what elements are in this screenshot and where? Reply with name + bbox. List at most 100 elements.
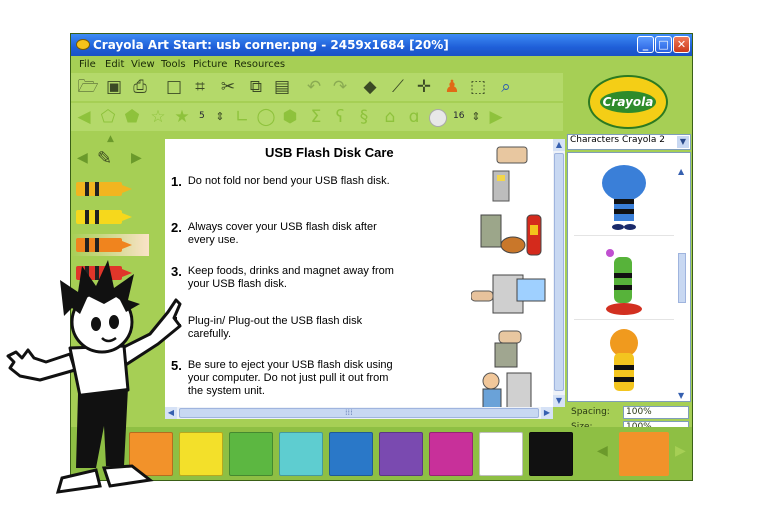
star-filled-icon[interactable]: ★ [171, 106, 193, 128]
character-blue-elephant[interactable] [574, 159, 674, 236]
menu-file[interactable]: File [79, 59, 96, 70]
crop-icon[interactable]: ⌗ [189, 76, 211, 98]
open-folder-icon[interactable]: 🗁 [77, 76, 99, 98]
character-list[interactable]: ▲ ▼ [567, 152, 691, 402]
list-scroll-down-icon[interactable]: ▼ [678, 391, 684, 400]
title-bar[interactable]: Crayola Art Start: usb corner.png - 2459… [71, 34, 692, 56]
document-heading: USB Flash Disk Care [265, 145, 394, 160]
paste-icon[interactable]: ▤ [271, 76, 293, 98]
swatch-blue[interactable] [329, 432, 373, 476]
tool-prev-icon[interactable]: ◀ [77, 150, 88, 166]
swatch-teal[interactable] [279, 432, 323, 476]
scroll-up-icon[interactable]: ▲ [553, 139, 565, 151]
shape-size-value: 16 [453, 111, 465, 121]
menu-edit[interactable]: Edit [105, 59, 124, 70]
line-shape-icon[interactable]: ∟ [231, 106, 253, 128]
menu-tools[interactable]: Tools [161, 59, 186, 70]
swatch-white[interactable] [479, 432, 523, 476]
spacing-label: Spacing: [571, 407, 610, 417]
canvas-horizontal-scrollbar[interactable]: ◀ ⁞⁞⁞ ▶ [165, 407, 553, 419]
green-frog-icon [606, 249, 642, 315]
crayon-yellow-orange[interactable] [71, 178, 149, 200]
crayola-logo-text: Crayola [600, 91, 656, 113]
stamp-category-dropdown[interactable]: Characters Crayola 2 ▼ [567, 134, 691, 150]
house-shape-icon[interactable]: ⌂ [379, 106, 401, 128]
print-icon[interactable]: ⎙ [129, 76, 151, 98]
pentagon-filled-icon[interactable]: ⬟ [121, 106, 143, 128]
list-scroll-up-icon[interactable]: ▲ [678, 167, 684, 176]
tool-next-icon[interactable]: ▶ [131, 150, 142, 166]
scroll-down-icon[interactable]: ▼ [553, 395, 565, 407]
menu-view[interactable]: View [131, 59, 155, 70]
scroll-grip-icon: ⁞⁞⁞ [345, 408, 353, 417]
orange-lion-icon [610, 329, 638, 391]
brush-size-stepper[interactable]: ⇕ [209, 106, 231, 128]
crayola-logo: Crayola [588, 75, 668, 129]
copy-icon[interactable]: ⧉ [245, 76, 267, 98]
wave-outline-icon[interactable]: ʕ [329, 106, 351, 128]
eraser-icon[interactable]: ◆ [359, 76, 381, 98]
menu-picture[interactable]: Picture [193, 59, 227, 70]
star-outline-icon[interactable]: ☆ [147, 106, 169, 128]
eyedropper-icon[interactable]: ⟋ [387, 76, 409, 98]
magnifier-icon[interactable]: ⌕ [495, 76, 517, 98]
close-button[interactable]: ✕ [673, 36, 690, 53]
step-1: 1. Do not fold nor bend your USB flash di… [171, 175, 398, 190]
character-orange-lion[interactable] [574, 327, 674, 401]
eject-usb-illustration [482, 372, 532, 407]
blob-filled-icon[interactable]: ⬢ [279, 106, 301, 128]
undo-icon[interactable]: ↶ [303, 76, 325, 98]
step-text: Plug-in/ Plug-out the USB flash disk car… [187, 315, 363, 340]
shapes-next-icon[interactable]: ▶ [485, 106, 507, 128]
stamp-icon[interactable]: ♟ [441, 76, 463, 98]
shape-size-stepper[interactable]: ⇕ [465, 106, 487, 128]
step-text: Keep foods, drinks and magnet away from … [187, 265, 394, 290]
swatch-purple[interactable] [379, 432, 423, 476]
select-icon[interactable]: ⬚ [467, 76, 489, 98]
window-title: Crayola Art Start: usb corner.png - 2459… [93, 38, 449, 52]
step-number: 1. [171, 174, 182, 189]
oval-outline-icon[interactable]: ◯ [255, 106, 277, 128]
horizontal-scroll-thumb[interactable] [179, 408, 539, 418]
menu-bar: File Edit View Tools Picture Resources [71, 56, 692, 73]
step-4: 4.Plug-in/ Plug-out the USB flash disk c… [171, 315, 398, 341]
minimize-button[interactable]: _ [637, 36, 654, 53]
rounded-shape-icon[interactable]: ɑ [403, 106, 425, 128]
vertical-scroll-thumb[interactable] [554, 153, 564, 391]
list-scroll-thumb[interactable] [678, 253, 686, 303]
swatch-black[interactable] [529, 432, 573, 476]
main-toolbar: 🗁 ▣ ⎙ □ ⌗ ✂ ⧉ ▤ ↶ ↷ ◆ ⟋ ✛ ♟ ⬚ ⌕ [71, 73, 563, 101]
scroll-right-icon[interactable]: ▶ [541, 407, 553, 419]
tray-up-arrow-icon[interactable]: ▲ [107, 134, 114, 144]
save-icon[interactable]: ▣ [103, 76, 125, 98]
drawing-canvas[interactable]: USB Flash Disk Care 1. Do not fold nor be… [165, 139, 553, 407]
crosshair-icon[interactable]: ✛ [413, 76, 435, 98]
shapes-prev-icon[interactable]: ◀ [73, 106, 95, 128]
palette-prev-icon[interactable]: ◀ [597, 443, 608, 459]
maximize-button[interactable]: □ [655, 36, 672, 53]
chevron-down-icon[interactable]: ▼ [677, 136, 689, 148]
pentagon-outline-icon[interactable]: ⬠ [97, 106, 119, 128]
swatch-green[interactable] [229, 432, 273, 476]
new-page-icon[interactable]: □ [163, 76, 185, 98]
palette-next-icon[interactable]: ▶ [675, 443, 686, 459]
computer-illustration [471, 274, 546, 314]
fold-usb-illustration [492, 146, 528, 202]
plug-usb-illustration [494, 330, 522, 368]
canvas-vertical-scrollbar[interactable]: ▲ ▼ [553, 139, 565, 407]
color-dot-icon[interactable] [429, 109, 447, 127]
step-text: Be sure to eject your USB flash disk usi… [187, 359, 393, 397]
step-3: 3. Keep foods, drinks and magnet away fro… [171, 265, 398, 291]
wave-filled-icon[interactable]: § [353, 106, 375, 128]
crayola-app-icon [76, 39, 90, 50]
marker-tool-icon[interactable]: ✎ [97, 148, 112, 169]
squiggle-icon[interactable]: Σ [305, 106, 327, 128]
redo-icon[interactable]: ↷ [329, 76, 351, 98]
step-text: Do not fold nor bend your USB flash disk… [187, 175, 390, 187]
swatch-magenta[interactable] [429, 432, 473, 476]
menu-resources[interactable]: Resources [234, 59, 285, 70]
scissors-icon[interactable]: ✂ [217, 76, 239, 98]
crayon-yellow[interactable] [71, 206, 149, 228]
spacing-select[interactable]: 100% [623, 406, 689, 419]
character-green-frog[interactable] [574, 243, 674, 320]
